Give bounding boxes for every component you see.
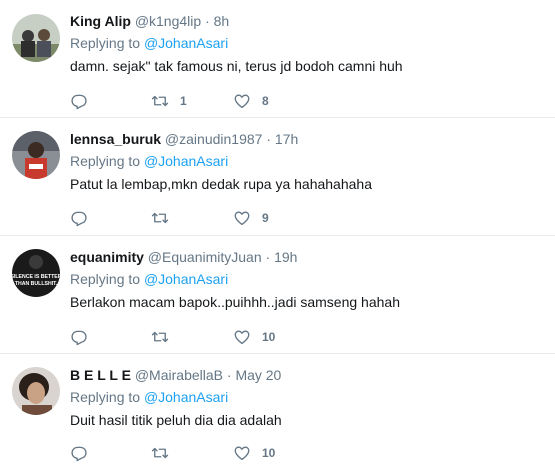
- replying-to: Replying to @JohanAsari: [70, 270, 545, 288]
- heart-icon: [234, 211, 250, 226]
- reply-feed: King Alip @k1ng4lip · 8h Replying to @Jo…: [0, 0, 555, 469]
- timestamp[interactable]: 8h: [214, 13, 230, 29]
- replying-label: Replying to: [70, 35, 141, 51]
- like-count: 9: [262, 211, 269, 225]
- avatar-caption-2: THAN BULLSHIT.: [15, 281, 58, 287]
- display-name[interactable]: equanimity: [70, 249, 144, 265]
- replying-label: Replying to: [70, 153, 141, 169]
- user-handle[interactable]: @k1ng4lip: [135, 13, 201, 29]
- avatar-image: [12, 367, 60, 415]
- heart-icon: [234, 94, 250, 109]
- like-button[interactable]: 10: [233, 443, 275, 463]
- tweet-text: Patut la lembap,mkn dedak rupa ya hahaha…: [70, 176, 372, 192]
- replying-label: Replying to: [70, 389, 141, 405]
- retweet-button[interactable]: [150, 443, 180, 463]
- retweet-icon: [151, 447, 169, 459]
- like-count: 8: [262, 94, 269, 108]
- tweet-header: B E L L E @MairabellaB · May 20: [70, 366, 545, 384]
- reply-icon: [71, 330, 87, 346]
- retweet-icon: [151, 212, 169, 224]
- avatar-image: SILENCE IS BETTER THAN BULLSHIT.: [12, 249, 60, 297]
- timestamp[interactable]: 17h: [275, 131, 298, 147]
- reply-button[interactable]: [70, 91, 88, 111]
- separator-dot: ·: [205, 13, 210, 29]
- tweet[interactable]: SILENCE IS BETTER THAN BULLSHIT. equanim…: [0, 236, 555, 354]
- mention-link[interactable]: @JohanAsari: [144, 35, 228, 51]
- retweet-icon: [151, 95, 169, 107]
- tweet-header: lennsa_buruk @zainudin1987 · 17h: [70, 130, 545, 148]
- mention-link[interactable]: @JohanAsari: [144, 153, 228, 169]
- retweet-button[interactable]: [150, 327, 180, 347]
- tweet-text: Berlakon macam bapok..puihhh..jadi samse…: [70, 294, 400, 310]
- mention-link[interactable]: @JohanAsari: [144, 389, 228, 405]
- timestamp[interactable]: 19h: [274, 249, 297, 265]
- tweet-text: Duit hasil titik peluh dia dia adalah: [70, 412, 282, 428]
- reply-icon: [71, 211, 87, 227]
- display-name[interactable]: B E L L E: [70, 367, 131, 383]
- retweet-icon: [151, 331, 169, 343]
- retweet-button[interactable]: [150, 208, 180, 228]
- like-button[interactable]: 10: [233, 327, 275, 347]
- reply-icon: [71, 446, 87, 462]
- heart-icon: [234, 330, 250, 345]
- replying-to: Replying to @JohanAsari: [70, 388, 545, 406]
- user-handle[interactable]: @MairabellaB: [135, 367, 223, 383]
- replying-label: Replying to: [70, 271, 141, 287]
- tweet[interactable]: B E L L E @MairabellaB · May 20 Replying…: [0, 354, 555, 469]
- timestamp[interactable]: May 20: [235, 367, 281, 383]
- tweet-header: King Alip @k1ng4lip · 8h: [70, 12, 545, 30]
- retweet-count: 1: [180, 94, 187, 108]
- user-handle[interactable]: @EquanimityJuan: [148, 249, 262, 265]
- tweet-header: equanimity @EquanimityJuan · 19h: [70, 248, 545, 266]
- retweet-button[interactable]: 1: [150, 91, 187, 111]
- avatar[interactable]: [12, 131, 60, 179]
- tweet[interactable]: lennsa_buruk @zainudin1987 · 17h Replyin…: [0, 118, 555, 236]
- reply-button[interactable]: [70, 327, 88, 347]
- avatar-image: [12, 131, 60, 179]
- user-handle[interactable]: @zainudin1987: [165, 131, 263, 147]
- reply-button[interactable]: [70, 208, 88, 228]
- avatar[interactable]: SILENCE IS BETTER THAN BULLSHIT.: [12, 249, 60, 297]
- replying-to: Replying to @JohanAsari: [70, 34, 545, 52]
- separator-dot: ·: [266, 131, 271, 147]
- heart-icon: [234, 446, 250, 461]
- replying-to: Replying to @JohanAsari: [70, 152, 545, 170]
- avatar[interactable]: [12, 367, 60, 415]
- like-button[interactable]: 9: [233, 208, 269, 228]
- mention-link[interactable]: @JohanAsari: [144, 271, 228, 287]
- display-name[interactable]: lennsa_buruk: [70, 131, 161, 147]
- reply-button[interactable]: [70, 443, 88, 463]
- separator-dot: ·: [226, 367, 232, 383]
- like-count: 10: [262, 446, 276, 460]
- separator-dot: ·: [265, 249, 271, 265]
- like-count: 10: [262, 330, 276, 344]
- avatar-caption: SILENCE IS BETTER: [12, 274, 60, 280]
- reply-icon: [71, 94, 87, 110]
- tweet-text: damn. sejak" tak famous ni, terus jd bod…: [70, 58, 403, 74]
- display-name[interactable]: King Alip: [70, 13, 131, 29]
- avatar[interactable]: [12, 14, 60, 62]
- tweet[interactable]: King Alip @k1ng4lip · 8h Replying to @Jo…: [0, 0, 555, 118]
- like-button[interactable]: 8: [233, 91, 269, 111]
- avatar-image: [12, 14, 60, 62]
